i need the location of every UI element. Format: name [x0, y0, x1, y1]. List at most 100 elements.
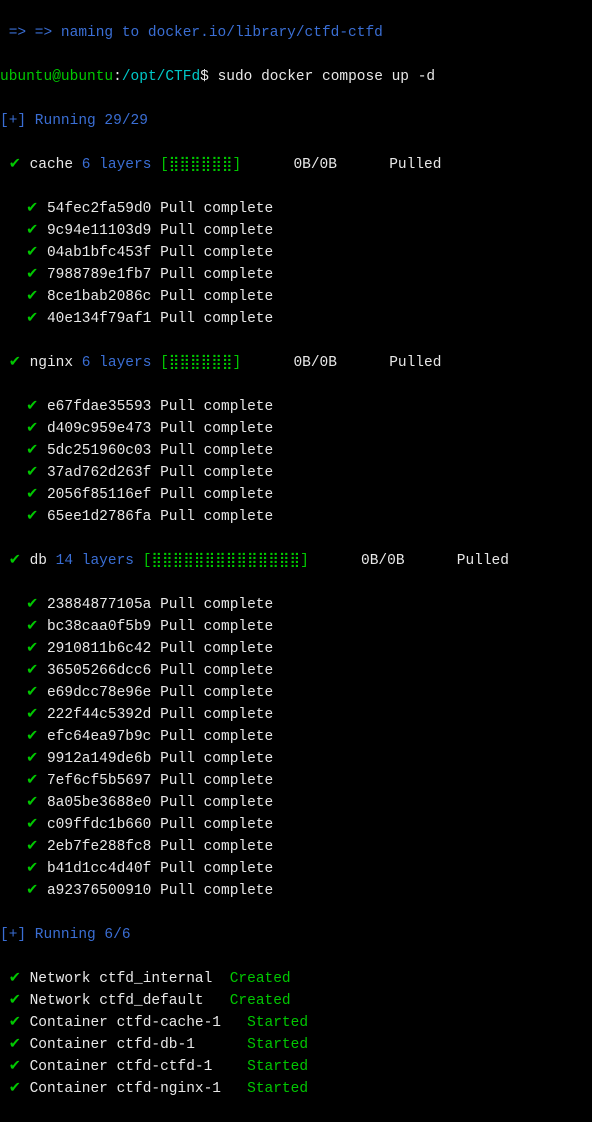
- compose-status: Created: [230, 993, 291, 1009]
- check-icon: ✔: [26, 861, 38, 877]
- svc-status: Pulled: [457, 553, 509, 569]
- check-icon: ✔: [9, 157, 21, 173]
- compose-kind: Network: [30, 971, 91, 987]
- layer-status: Pull complete: [160, 597, 273, 613]
- check-icon: ✔: [26, 399, 38, 415]
- svc-bytes: 0B/0B: [361, 553, 405, 569]
- compose-kind: Network: [30, 993, 91, 1009]
- layer-id: 04ab1bfc453f: [47, 245, 151, 261]
- layer-row: ✔ 2056f85116ef Pull complete: [0, 484, 592, 506]
- compose-row: ✔ Container ctfd-cache-1 Started: [0, 1012, 592, 1034]
- layer-status: Pull complete: [160, 267, 273, 283]
- cache-layers: ✔ 54fec2fa59d0 Pull complete ✔ 9c94e1110…: [0, 198, 592, 330]
- layer-row: ✔ 7ef6cf5b5697 Pull complete: [0, 770, 592, 792]
- layer-row: ✔ efc64ea97b9c Pull complete: [0, 726, 592, 748]
- layer-id: bc38caa0f5b9: [47, 619, 151, 635]
- layer-id: d409c959e473: [47, 421, 151, 437]
- check-icon: ✔: [26, 443, 38, 459]
- running-line-1: [+] Running 29/29: [0, 110, 592, 132]
- svc-bar: [⣿⣿⣿⣿⣿⣿]: [160, 157, 241, 173]
- svc-bar: [⣿⣿⣿⣿⣿⣿]: [160, 355, 241, 371]
- layer-row: ✔ e69dcc78e96e Pull complete: [0, 682, 592, 704]
- layer-status: Pull complete: [160, 443, 273, 459]
- prompt-host: ubuntu: [61, 69, 113, 85]
- compose-name: ctfd-cache-1: [117, 1015, 248, 1031]
- compose-name: ctfd-ctfd-1: [117, 1059, 248, 1075]
- layer-row: ✔ 9c94e11103d9 Pull complete: [0, 220, 592, 242]
- layer-status: Pull complete: [160, 663, 273, 679]
- compose-status: Created: [230, 971, 291, 987]
- compose-status: Started: [247, 1059, 308, 1075]
- layer-row: ✔ 7988789e1fb7 Pull complete: [0, 264, 592, 286]
- layer-id: 37ad762d263f: [47, 465, 151, 481]
- layer-status: Pull complete: [160, 817, 273, 833]
- layer-status: Pull complete: [160, 685, 273, 701]
- check-icon: ✔: [26, 685, 38, 701]
- check-icon: ✔: [26, 707, 38, 723]
- command-text: sudo docker compose up -d: [218, 69, 436, 85]
- layer-id: 8a05be3688e0: [47, 795, 151, 811]
- compose-row: ✔ Network ctfd_default Created: [0, 990, 592, 1012]
- prompt-dollar: $: [200, 69, 217, 85]
- check-icon: ✔: [26, 729, 38, 745]
- layer-id: 54fec2fa59d0: [47, 201, 151, 217]
- layer-status: Pull complete: [160, 311, 273, 327]
- db-layers: ✔ 23884877105a Pull complete ✔ bc38caa0f…: [0, 594, 592, 902]
- terminal[interactable]: => => naming to docker.io/library/ctfd-c…: [0, 0, 592, 1122]
- compose-kind: Container: [30, 1059, 108, 1075]
- layer-status: Pull complete: [160, 201, 273, 217]
- svc-bar: [⣿⣿⣿⣿⣿⣿⣿⣿⣿⣿⣿⣿⣿⣿]: [143, 553, 309, 569]
- svc-layers: 6 layers: [82, 157, 152, 173]
- build-naming-line: => => naming to docker.io/library/ctfd-c…: [0, 22, 592, 44]
- layer-id: c09ffdc1b660: [47, 817, 151, 833]
- check-icon: ✔: [26, 839, 38, 855]
- layer-status: Pull complete: [160, 861, 273, 877]
- compose-list: ✔ Network ctfd_internal Created ✔ Networ…: [0, 968, 592, 1100]
- layer-id: efc64ea97b9c: [47, 729, 151, 745]
- layer-id: 7ef6cf5b5697: [47, 773, 151, 789]
- check-icon: ✔: [26, 421, 38, 437]
- layer-row: ✔ 8ce1bab2086c Pull complete: [0, 286, 592, 308]
- layer-status: Pull complete: [160, 751, 273, 767]
- compose-kind: Container: [30, 1081, 108, 1097]
- check-icon: ✔: [26, 487, 38, 503]
- layer-status: Pull complete: [160, 289, 273, 305]
- layer-id: 8ce1bab2086c: [47, 289, 151, 305]
- layer-row: ✔ b41d1cc4d40f Pull complete: [0, 858, 592, 880]
- compose-row: ✔ Container ctfd-db-1 Started: [0, 1034, 592, 1056]
- svc-status: Pulled: [389, 157, 441, 173]
- layer-status: Pull complete: [160, 883, 273, 899]
- layer-row: ✔ 37ad762d263f Pull complete: [0, 462, 592, 484]
- compose-name: ctfd-db-1: [117, 1037, 248, 1053]
- check-icon: ✔: [9, 1015, 21, 1031]
- layer-id: e67fdae35593: [47, 399, 151, 415]
- svc-layers: 6 layers: [82, 355, 152, 371]
- layer-status: Pull complete: [160, 399, 273, 415]
- check-icon: ✔: [26, 883, 38, 899]
- svc-name: db: [30, 553, 47, 569]
- compose-row: ✔ Container ctfd-nginx-1 Started: [0, 1078, 592, 1100]
- layer-id: 2eb7fe288fc8: [47, 839, 151, 855]
- layer-id: e69dcc78e96e: [47, 685, 151, 701]
- layer-status: Pull complete: [160, 465, 273, 481]
- check-icon: ✔: [26, 289, 38, 305]
- check-icon: ✔: [26, 509, 38, 525]
- prompt-colon: :: [113, 69, 122, 85]
- compose-status: Started: [247, 1081, 308, 1097]
- layer-row: ✔ 2910811b6c42 Pull complete: [0, 638, 592, 660]
- layer-row: ✔ d409c959e473 Pull complete: [0, 418, 592, 440]
- compose-row: ✔ Network ctfd_internal Created: [0, 968, 592, 990]
- layer-row: ✔ 2eb7fe288fc8 Pull complete: [0, 836, 592, 858]
- layer-status: Pull complete: [160, 707, 273, 723]
- layer-id: 5dc251960c03: [47, 443, 151, 459]
- layer-id: 7988789e1fb7: [47, 267, 151, 283]
- layer-status: Pull complete: [160, 509, 273, 525]
- check-icon: ✔: [26, 267, 38, 283]
- layer-id: 9912a149de6b: [47, 751, 151, 767]
- check-icon: ✔: [26, 641, 38, 657]
- layer-row: ✔ 5dc251960c03 Pull complete: [0, 440, 592, 462]
- compose-name: ctfd_internal: [99, 971, 230, 987]
- check-icon: ✔: [26, 795, 38, 811]
- prompt-line[interactable]: ubuntu@ubuntu:/opt/CTFd$ sudo docker com…: [0, 66, 592, 88]
- check-icon: ✔: [26, 223, 38, 239]
